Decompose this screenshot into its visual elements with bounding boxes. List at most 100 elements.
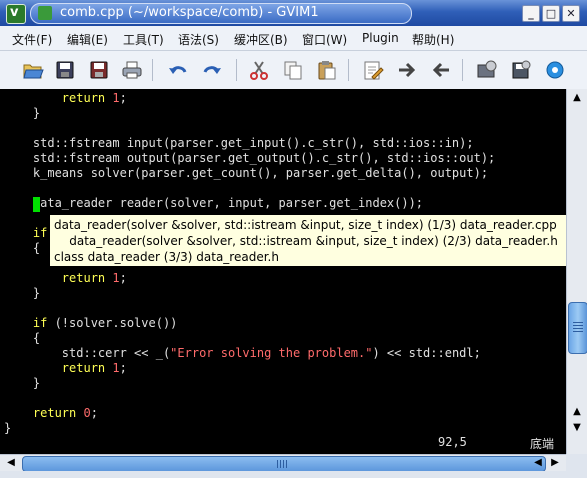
code-token: std::fstream output(parser.get_output().…	[32, 151, 496, 165]
completion-item[interactable]: data_reader(solver &solver, std::istream…	[54, 218, 557, 232]
toolbar-separator	[236, 59, 237, 81]
title-bar[interactable]: v comb.cpp (~/workspace/comb) - GVIM1 _ …	[0, 0, 587, 26]
horizontal-scrollbar[interactable]: ◀ ◀ ▶	[0, 454, 566, 472]
code-token: }	[32, 286, 41, 300]
menu-plugin[interactable]: Plugin	[362, 31, 399, 45]
redo-icon[interactable]	[201, 59, 223, 81]
scroll-up-icon[interactable]: ▲	[569, 91, 585, 105]
code-line: }	[4, 421, 11, 436]
toolbar	[0, 51, 587, 90]
window-title: comb.cpp (~/workspace/comb) - GVIM1	[60, 5, 319, 20]
cursor-position: 92,5	[438, 435, 467, 449]
code-line: if (!solver.solve())	[4, 316, 178, 331]
menu-file[interactable]: 文件(F)	[12, 31, 52, 48]
menu-help[interactable]: 帮助(H)	[412, 31, 454, 48]
gvim-icon[interactable]: v	[6, 4, 26, 24]
scroll-left-icon[interactable]: ◀	[530, 456, 546, 470]
code-token: 1	[112, 91, 120, 105]
forward-icon[interactable]	[396, 59, 418, 81]
editor-area[interactable]: return 1; } std::fstream input(parser.ge…	[0, 89, 566, 454]
menu-syntax[interactable]: 语法(S)	[178, 31, 219, 48]
menu-window[interactable]: 窗口(W)	[302, 31, 347, 48]
scroll-down-icon[interactable]: ▼	[569, 421, 585, 435]
completion-item[interactable]: class data_reader (3/3) data_reader.h	[54, 250, 279, 264]
code-line: if	[4, 226, 47, 241]
paste-icon[interactable]	[316, 59, 338, 81]
cut-icon[interactable]	[248, 59, 270, 81]
completion-popup[interactable]: data_reader(solver &solver, std::istream…	[49, 214, 566, 267]
scrollbar-corner	[566, 454, 587, 478]
code-token: 1	[112, 271, 120, 285]
toolbar-separator	[462, 59, 463, 81]
code-token: {	[32, 331, 41, 345]
grip-icon	[573, 322, 583, 334]
save-all-icon[interactable]	[88, 59, 110, 81]
code-line: }	[4, 376, 40, 391]
code-token: ;	[119, 271, 127, 285]
code-line: return 1;	[4, 361, 127, 376]
menu-buffers[interactable]: 缓冲区(B)	[234, 31, 288, 48]
code-token: ;	[90, 406, 98, 420]
code-token: std::fstream input(parser.get_input().c_…	[32, 136, 474, 150]
code-token: (!solver.solve())	[47, 316, 178, 330]
completion-item[interactable]: data_reader(solver &solver, std::istream…	[54, 234, 558, 248]
back-icon[interactable]	[430, 59, 452, 81]
code-token: {	[32, 241, 41, 255]
undo-icon[interactable]	[167, 59, 189, 81]
menu-edit[interactable]: 编辑(E)	[67, 31, 108, 48]
maximize-button[interactable]: □	[542, 5, 560, 22]
save-icon[interactable]	[54, 59, 76, 81]
code-line: }	[4, 286, 40, 301]
code-token: 0	[83, 406, 91, 420]
load-session-icon[interactable]	[476, 59, 498, 81]
code-token: if	[32, 316, 48, 330]
text-cursor	[33, 197, 40, 212]
file-icon	[38, 6, 52, 20]
code-line: }	[4, 106, 40, 121]
print-icon[interactable]	[121, 59, 143, 81]
code-token: if	[32, 226, 48, 240]
code-line: data_reader reader(solver, input, parser…	[4, 196, 423, 211]
code-token: }	[4, 421, 12, 435]
code-token: }	[32, 376, 41, 390]
code-line: std::cerr << _("Error solving the proble…	[4, 346, 481, 361]
find-replace-icon[interactable]	[362, 59, 384, 81]
code-token: ;	[119, 361, 127, 375]
scroll-left-icon[interactable]: ◀	[3, 456, 19, 470]
code-token: ) << std::endl;	[372, 346, 481, 360]
scroll-right-icon[interactable]: ▶	[547, 456, 563, 470]
scroll-up-icon[interactable]: ▲	[569, 405, 585, 419]
code-token: k_means solver(parser.get_count(), parse…	[32, 166, 489, 180]
code-token: return	[32, 406, 77, 420]
save-session-icon[interactable]	[510, 59, 532, 81]
code-token: 1	[112, 361, 120, 375]
code-line: return 0;	[4, 406, 98, 421]
scroll-position: 底端	[530, 437, 555, 451]
vertical-scrollbar[interactable]: ▲ ▲ ▼	[566, 89, 587, 454]
open-icon[interactable]	[22, 59, 44, 81]
code-token: "Error solving the problem."	[170, 346, 373, 360]
code-token: return	[61, 361, 106, 375]
vertical-scroll-thumb[interactable]	[568, 302, 587, 354]
code-line: k_means solver(parser.get_count(), parse…	[4, 166, 488, 181]
grip-icon	[277, 460, 289, 468]
menu-tools[interactable]: 工具(T)	[123, 31, 164, 48]
run-script-icon[interactable]	[544, 59, 566, 81]
code-token: return	[61, 91, 106, 105]
toolbar-separator	[152, 59, 153, 81]
toolbar-separator	[348, 59, 349, 81]
window-bottom-edge	[0, 471, 566, 478]
menu-bar: 文件(F) 编辑(E) 工具(T) 语法(S) 缓冲区(B) 窗口(W) Plu…	[0, 26, 587, 51]
code-line: return 1;	[4, 271, 127, 286]
code-line: std::fstream input(parser.get_input().c_…	[4, 136, 474, 151]
code-line: return 1;	[4, 91, 127, 106]
code-line: std::fstream output(parser.get_output().…	[4, 151, 495, 166]
code-token: ;	[119, 91, 127, 105]
close-button[interactable]: ✕	[562, 5, 580, 22]
copy-icon[interactable]	[282, 59, 304, 81]
code-line: {	[4, 241, 40, 256]
minimize-button[interactable]: _	[522, 5, 540, 22]
horizontal-scroll-thumb[interactable]	[22, 456, 546, 472]
code-token: data_reader reader(solver, input, parser…	[32, 196, 424, 210]
